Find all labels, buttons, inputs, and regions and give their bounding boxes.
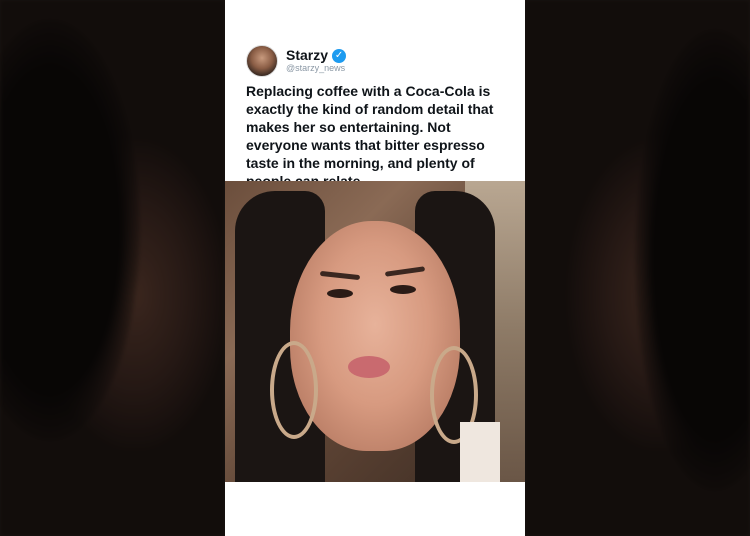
- verified-badge-icon: ✓: [332, 48, 347, 63]
- post-header: Starzy ✓ @starzy_news: [246, 45, 347, 77]
- post-text: Replacing coffee with a Coca-Cola is exa…: [246, 83, 494, 189]
- name-row: Starzy ✓: [286, 47, 347, 63]
- user-handle[interactable]: @starzy_news: [286, 63, 346, 74]
- background-video-left: [0, 0, 225, 536]
- photo-eye-left: [327, 289, 353, 298]
- background-video-right: [525, 0, 750, 536]
- photo-clothing: [460, 422, 500, 482]
- photo-eye-right: [390, 285, 416, 294]
- photo-lips: [348, 356, 390, 378]
- author-info: Starzy ✓ @starzy_news: [286, 47, 347, 74]
- post-card: Starzy ✓ @starzy_news Replacing coffee w…: [225, 0, 525, 536]
- avatar[interactable]: [246, 45, 278, 77]
- post-photo[interactable]: [225, 181, 525, 482]
- photo-earring-left: [270, 341, 318, 439]
- display-name[interactable]: Starzy: [286, 47, 328, 63]
